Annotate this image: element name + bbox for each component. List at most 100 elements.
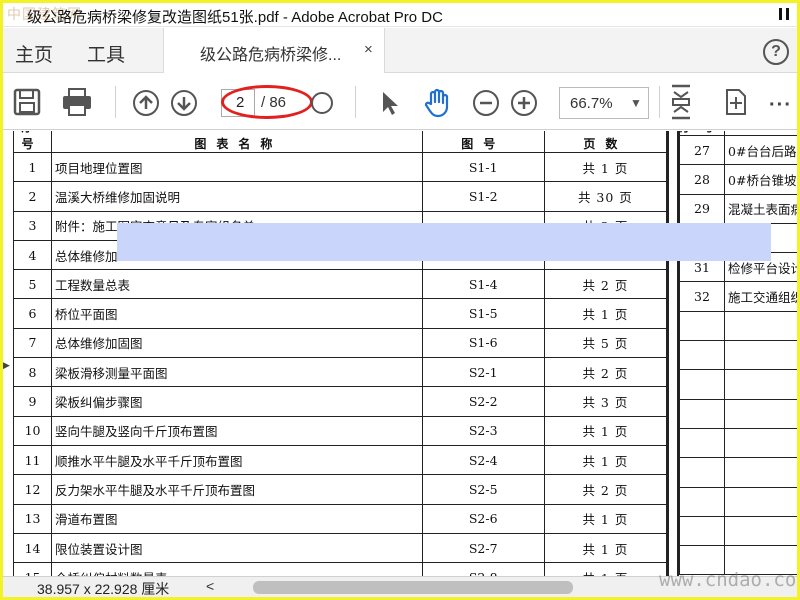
fit-page-icon[interactable] [669, 84, 693, 120]
table-cell-code: S1-1 [421, 151, 545, 183]
close-tab-icon[interactable]: × [364, 41, 373, 58]
table-cell-count: 共 1 页 [543, 562, 668, 576]
watermark-url: www.cndao.com [659, 569, 797, 591]
table-row: 8 梁板滑移测量平面图 S2-1 共 2 页 [12, 357, 668, 388]
drawing-index-table: 序号图表名称图号页数1项目地理位置图S1-1共 1 页2温溪大桥维修加固说明S1… [12, 131, 668, 576]
table-row [678, 310, 797, 342]
save-icon[interactable] [13, 88, 41, 116]
page-marker-icon: ▶ [3, 361, 10, 371]
table-cell-name: 顺推水平牛腿及水平千斤顶布置图 [51, 444, 423, 476]
pause-icon[interactable] [773, 3, 797, 27]
table-row: 1 项目地理位置图 S1-1 共 1 页 [12, 151, 668, 183]
print-icon[interactable] [61, 88, 93, 116]
table-cell-no [678, 310, 726, 342]
table-cell-count: 共 5 页 [543, 327, 668, 359]
table-cell-no [678, 427, 726, 459]
document-tab[interactable]: 级公路危病桥梁修... × [163, 28, 385, 73]
table-divider [667, 131, 679, 576]
table-cell-count: 共 1 页 [543, 415, 668, 446]
table-cell-no: 27 [678, 134, 726, 166]
help-icon[interactable]: ? [763, 39, 789, 65]
table-header-cell: 序号 [678, 131, 726, 136]
table-cell-name: 桥位平面图 [51, 298, 423, 329]
window-title: 级公路危病桥梁修复改造图纸51张.pdf - Adobe Acrobat Pro… [27, 9, 443, 26]
table-cell-code: S1-6 [421, 327, 545, 359]
table-cell-no: 1 [12, 151, 53, 183]
table-cell-name: 混凝土表面病害 [724, 193, 797, 224]
table-cell-name [724, 340, 797, 371]
table-row [678, 515, 797, 547]
table-row [678, 457, 797, 488]
table-cell-no: 2 [12, 181, 53, 212]
table-row: 29混凝土表面病害 [678, 193, 797, 224]
cursor-icon[interactable] [379, 90, 401, 116]
table-header-cell: 图表名称 [51, 131, 423, 153]
table-cell-no: 12 [12, 474, 53, 505]
table-header-cell: 页数 [543, 131, 668, 153]
table-header-cell: 图号 [421, 131, 545, 153]
table-cell-code: S1-5 [421, 298, 545, 329]
table-cell-name [724, 310, 797, 342]
menu-home[interactable]: 主页 [15, 40, 53, 67]
table-cell-name: 温溪大桥维修加固说明 [51, 181, 423, 212]
table-row: 270#台台后路基换 [678, 134, 797, 166]
table-cell-no [678, 369, 726, 400]
table-cell-count: 共 2 页 [543, 474, 668, 505]
zoom-select[interactable]: 66.7% ▼ [559, 87, 649, 119]
page-down-icon[interactable] [171, 90, 197, 116]
document-view[interactable]: 序号图表名称图号页数1项目地理位置图S1-1共 1 页2温溪大桥维修加固说明S1… [3, 131, 797, 576]
table-cell-no: 9 [12, 386, 53, 417]
table-cell-code: S2-2 [421, 386, 545, 417]
table-row: 14 限位装置设计图 S2-7 共 1 页 [12, 532, 668, 564]
table-cell-name: 0#台台后路基换 [724, 134, 797, 166]
toolbar-separator [115, 86, 116, 118]
table-cell-no: 11 [12, 444, 53, 476]
toolbar-separator [355, 86, 356, 118]
table-row [678, 340, 797, 371]
drawing-index-table-right: 序号270#台台后路基换280#桥台锥坡设计29混凝土表面病害设计图31检修平台… [678, 131, 797, 576]
table-cell-no: 13 [12, 503, 53, 534]
zoom-out-icon[interactable] [473, 90, 499, 116]
table-cell-name: 滑道布置图 [51, 503, 423, 534]
table-cell-name [724, 398, 797, 429]
table-row [678, 369, 797, 400]
table-cell-count: 共 2 页 [543, 269, 668, 300]
table-cell-name: 限位装置设计图 [51, 532, 423, 564]
zoom-in-icon[interactable] [511, 90, 537, 116]
menu-bar: 主页 工具 级公路危病桥梁修... × ? [3, 28, 797, 73]
table-header-row: 序号图表名称图号页数 [12, 131, 668, 153]
table-cell-count: 共 3 页 [543, 386, 668, 417]
table-cell-name: 工程数量总表 [51, 269, 423, 300]
table-row: 280#桥台锥坡设计 [678, 164, 797, 195]
table-cell-count: 共 1 页 [543, 532, 668, 564]
table-cell-code: S2-3 [421, 415, 545, 446]
table-cell-no [678, 457, 726, 488]
page-dimensions: 38.957 x 22.928 厘米 [37, 581, 170, 597]
table-cell-code: S2-8 [421, 562, 545, 576]
zoom-value: 66.7% [570, 95, 613, 112]
table-cell-no: 28 [678, 164, 726, 195]
table-cell-name [724, 486, 797, 517]
table-cell-name [724, 515, 797, 547]
more-options-icon[interactable]: ··· [769, 94, 792, 117]
table-cell-no [678, 340, 726, 371]
horizontal-scrollbar[interactable] [253, 581, 573, 594]
table-cell-no: 32 [678, 281, 726, 312]
scroll-left-icon[interactable]: < [206, 578, 214, 594]
table-row: 11 顺推水平牛腿及水平千斤顶布置图 S2-4 共 1 页 [12, 444, 668, 476]
table-row: 2 温溪大桥维修加固说明 S1-2 共 30 页 [12, 181, 668, 212]
red-circle-annotation [221, 85, 313, 119]
table-cell-name: 全桥纠偏材料数量表 [51, 562, 423, 576]
zoom-tool-icon[interactable] [311, 92, 333, 114]
table-cell-count: 共 1 页 [543, 503, 668, 534]
menu-tools[interactable]: 工具 [87, 40, 125, 67]
table-cell-count: 共 30 页 [543, 181, 668, 212]
expand-icon[interactable] [719, 88, 747, 116]
table-cell-code: S2-4 [421, 444, 545, 476]
table-row: 10 竖向牛腿及竖向千斤顶布置图 S2-3 共 1 页 [12, 415, 668, 446]
table-cell-name: 竖向牛腿及竖向千斤顶布置图 [51, 415, 423, 446]
hand-icon[interactable] [423, 88, 453, 118]
page-up-icon[interactable] [133, 90, 159, 116]
table-cell-code: S2-5 [421, 474, 545, 505]
document-tab-label: 级公路危病桥梁修... [200, 47, 342, 64]
